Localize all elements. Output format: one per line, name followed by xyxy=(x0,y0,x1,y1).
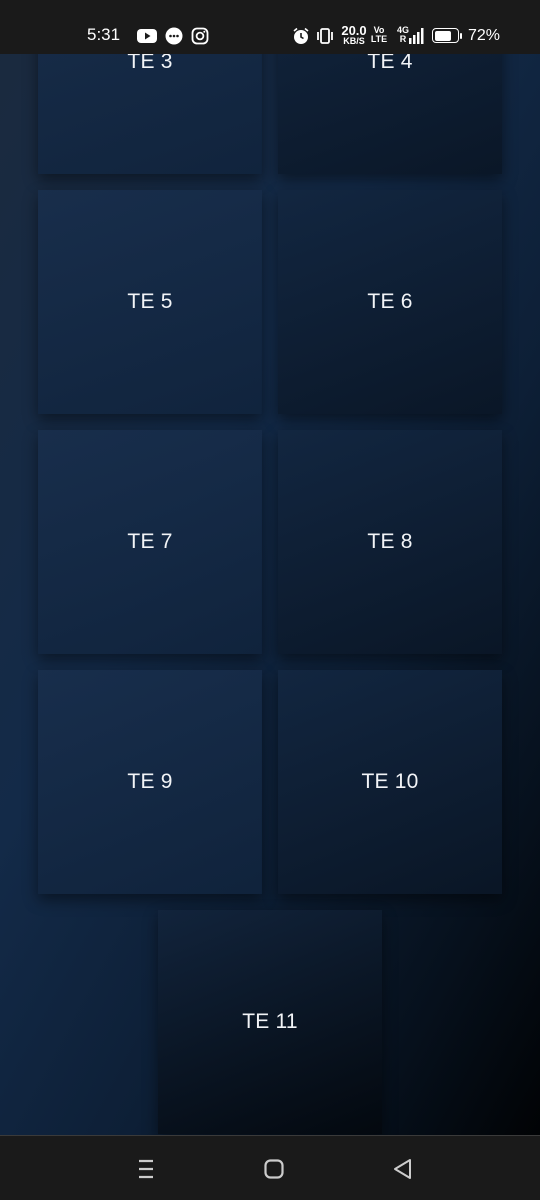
recents-icon[interactable] xyxy=(131,1154,161,1184)
tile-label: TE 5 xyxy=(127,290,173,313)
tile-label: TE 7 xyxy=(127,530,173,553)
tile-te-6[interactable]: TE 6 xyxy=(278,190,502,414)
tile-label: TE 9 xyxy=(127,770,173,793)
tile-te-7[interactable]: TE 7 xyxy=(38,430,262,654)
volte-indicator: Vo LTE xyxy=(369,26,389,44)
net-speed: 20.0 KB/S xyxy=(340,24,368,46)
tile-te-9[interactable]: TE 9 xyxy=(38,670,262,894)
tile-te-5[interactable]: TE 5 xyxy=(38,190,262,414)
back-icon[interactable] xyxy=(387,1154,417,1184)
tile-label: TE 11 xyxy=(242,1010,298,1033)
status-time: 5:31 xyxy=(87,25,121,44)
tile-label: TE 6 xyxy=(367,290,413,313)
instagram-icon xyxy=(191,27,209,45)
home-icon[interactable] xyxy=(259,1154,289,1184)
messages-icon xyxy=(165,27,183,45)
alarm-icon xyxy=(293,27,309,44)
vibrate-icon xyxy=(317,28,333,44)
youtube-icon xyxy=(137,29,157,43)
battery-percent: 72% xyxy=(468,27,501,44)
status-bar: 5:31 20.0 KB/S Vo LTE 4G R 72% xyxy=(0,0,540,54)
tile-te-8[interactable]: TE 8 xyxy=(278,430,502,654)
battery-icon xyxy=(432,28,462,43)
navigation-bar xyxy=(0,1135,540,1200)
tile-te-11[interactable]: TE 11 xyxy=(158,910,382,1134)
tile-label: TE 10 xyxy=(361,770,419,793)
signal-icon xyxy=(409,28,424,44)
tile-label: TE 8 xyxy=(367,530,413,553)
net-speed-unit: KB/S xyxy=(343,36,365,46)
volte-bottom: LTE xyxy=(370,34,388,44)
tile-te-10[interactable]: TE 10 xyxy=(278,670,502,894)
